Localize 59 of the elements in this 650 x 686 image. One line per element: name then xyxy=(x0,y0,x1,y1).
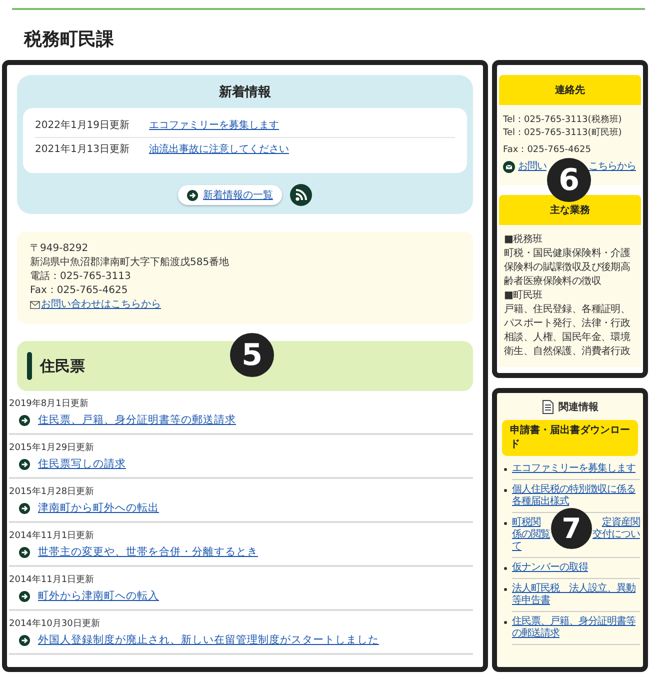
mail-icon xyxy=(503,160,515,172)
section-title: 住民票 xyxy=(40,356,85,376)
bullet-icon xyxy=(504,489,507,492)
article-link[interactable]: 世帯主の変更や、世帯を合併・分離するとき xyxy=(38,545,258,559)
fax-text: Fax：025-765-4625 xyxy=(503,144,592,157)
update-date: 2014年10月30日更新 xyxy=(9,619,101,630)
arrow-icon xyxy=(19,502,30,514)
update-date: 2014年11月1日更新 xyxy=(9,575,96,586)
bullet-icon xyxy=(504,621,507,624)
update-date: 2015年1月28日更新 xyxy=(9,487,96,498)
phone-text: Tel：025-765-3113(町民班) xyxy=(503,127,623,140)
news-date: 2021年1月13日更新 xyxy=(35,143,131,156)
bullet-icon xyxy=(504,567,507,570)
related-link[interactable]: 住民票、戸籍、身分証明書等 の郵送請求 xyxy=(512,616,640,645)
bullet-icon xyxy=(504,468,507,471)
address-text: 〒949-8292 xyxy=(30,242,90,256)
arrow-icon xyxy=(19,414,30,426)
arrow-icon xyxy=(19,590,30,602)
related-link[interactable]: 法人町民税 法人設立、異動 等申告書 xyxy=(512,583,640,612)
news-heading: 新着情報 xyxy=(218,84,272,101)
address-text: Fax：025-765-4625 xyxy=(30,284,129,298)
contact-heading: 連絡先 xyxy=(499,75,641,105)
related-heading: 関連情報 xyxy=(558,400,598,414)
annotation-badge: 7 xyxy=(551,508,592,549)
arrow-icon xyxy=(19,458,30,470)
duties-text: 町税・国民健康保険料・介護保険料の賦課徴収及び後期高齢者医療保険料の徴収 xyxy=(504,247,632,289)
accent-bar xyxy=(27,352,32,380)
duties-text: ■税務班 xyxy=(504,233,544,247)
news-list-button[interactable]: 新着情報の一覧 xyxy=(178,185,282,205)
news-date: 2022年1月19日更新 xyxy=(35,119,131,132)
document-icon xyxy=(542,400,554,414)
article-link[interactable]: 町外から津南町への転入 xyxy=(38,589,159,603)
duties-text: 戸籍、住民登録、各種証明、パスポート発行、法律・行政相談、人権、国民年金、環境衛生、自然保護、消費者行政 xyxy=(504,303,632,359)
article-link[interactable]: 津南町から町外への転出 xyxy=(38,501,159,515)
rss-icon[interactable] xyxy=(290,184,312,206)
duties-heading: 主な業務 xyxy=(499,195,641,225)
update-date: 2015年1月29日更新 xyxy=(9,443,96,454)
related-link[interactable]: 仮ナンバーの取得 xyxy=(512,562,640,579)
contact-link[interactable]: お問い合わせはこちらから xyxy=(41,298,161,312)
category-heading: 申請書・届出書ダウンロード xyxy=(502,420,638,456)
mail-icon xyxy=(30,301,40,309)
bullet-icon xyxy=(504,588,507,591)
article-link[interactable]: 住民票写しの請求 xyxy=(38,457,126,471)
address-text: 新潟県中魚沼郡津南町大字下船渡戊585番地 xyxy=(30,256,230,270)
article-link[interactable]: 外国人登録制度が廃止され、新しい在留管理制度がスタートしました xyxy=(38,633,379,647)
news-link[interactable]: 油流出事故に注意してください xyxy=(149,143,289,156)
annotation-badge: 6 xyxy=(547,158,591,202)
update-date: 2019年8月1日更新 xyxy=(9,399,90,410)
phone-text: Tel：025-765-3113(税務班) xyxy=(503,114,623,127)
page-title: 税務町民課 xyxy=(24,28,115,52)
article-link[interactable]: 住民票、戸籍、身分証明書等の郵送請求 xyxy=(38,413,236,427)
arrow-icon xyxy=(187,190,198,200)
news-link[interactable]: エコファミリーを募集します xyxy=(149,119,279,132)
address-text: 電話：025-765-3113 xyxy=(30,270,132,284)
bullet-icon xyxy=(504,522,507,525)
arrow-icon xyxy=(19,634,30,646)
duties-text: ■町民班 xyxy=(504,289,544,303)
update-date: 2014年11月1日更新 xyxy=(9,531,96,542)
arrow-icon xyxy=(19,546,30,558)
